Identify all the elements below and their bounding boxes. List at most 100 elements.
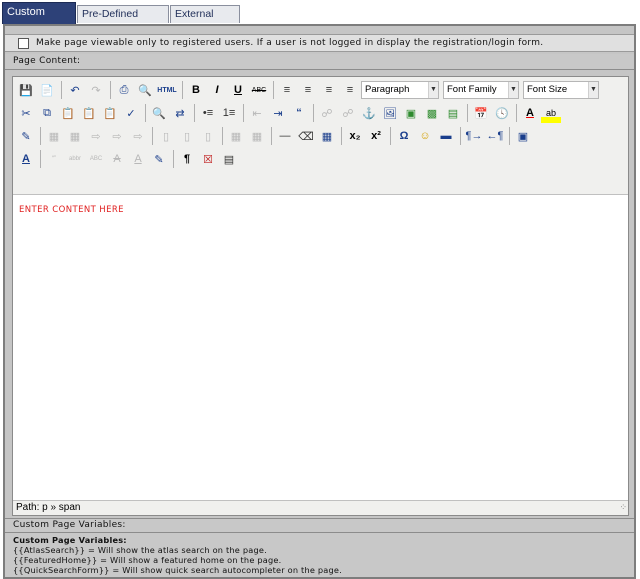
italic-button[interactable]: I [207,80,227,100]
edit-css-icon[interactable]: ✎ [16,126,36,146]
undo-icon[interactable]: ↶ [65,80,85,100]
toolbar-row-3: ✎ ▦ ▦ ⇨ ⇨ ⇨ ▯ ▯ ▯ ▦ ▦ — ⌫ ▦ x₂ x² Ω ☺ ▬ … [16,125,534,147]
new-document-icon[interactable]: 📄 [37,80,57,100]
page-break-icon[interactable]: ▤ [219,149,239,169]
split-cells-icon[interactable]: ▦ [226,126,246,146]
toolbar-separator [194,104,195,122]
insert-row-before-icon[interactable]: ⇨ [86,126,106,146]
non-breaking-icon[interactable]: ☒ [198,149,218,169]
registered-only-label: Make page viewable only to registered us… [36,38,544,48]
align-center-icon[interactable]: ≡ [298,80,318,100]
deletion-icon[interactable]: A [107,149,127,169]
font-family-select[interactable]: Font Family ▼ [443,81,519,99]
format-select[interactable]: Paragraph ▼ [361,81,439,99]
custom-page-panel: Make page viewable only to registered us… [3,24,636,579]
chevron-down-icon: ▼ [428,82,438,98]
merge-cells-icon[interactable]: ▦ [247,126,267,146]
horizontal-rule-icon[interactable]: — [275,126,295,146]
toolbar-separator [145,104,146,122]
toolbar-row-2: ✂ ⧉ 📋 📋 📋 ✓ 🔍 ⇄ •≡ 1≡ ⇤ ⇥ “ ☍ ☍ ⚓ 🖼 ▣ ▩ … [16,102,562,124]
numbered-list-icon[interactable]: 1≡ [219,103,239,123]
link-icon[interactable]: ☍ [317,103,337,123]
rich-text-editor: 💾 📄 ↶ ↷ ⎙ 🔍 HTML B I U ABC ≡ ≡ ≡ ≡ Parag… [12,76,629,516]
save-icon[interactable]: 💾 [16,80,36,100]
highlight-color-icon[interactable]: ab [541,103,561,123]
toolbar-separator [509,127,510,145]
unlink-icon[interactable]: ☍ [338,103,358,123]
editor-content-area[interactable]: ENTER CONTENT HERE [13,195,628,500]
visual-chars-icon[interactable]: ¶ [177,149,197,169]
insert-time-icon[interactable]: 🕓 [492,103,512,123]
ltr-icon[interactable]: ¶→ [464,126,484,146]
attributes-icon[interactable]: ✎ [149,149,169,169]
abbreviation-icon[interactable]: abbr [65,149,85,169]
custom-page-variables-box: Custom Page Variables: {{AtlasSearch}} =… [5,532,634,577]
blockquote-icon[interactable]: “ [289,103,309,123]
insertion-icon[interactable]: A [128,149,148,169]
align-right-icon[interactable]: ≡ [319,80,339,100]
anchor-icon[interactable]: ⚓ [359,103,379,123]
preview-icon[interactable]: 🔍 [135,80,155,100]
editor-content-text[interactable]: ENTER CONTENT HERE [19,205,124,215]
bullet-list-icon[interactable]: •≡ [198,103,218,123]
underline-button[interactable]: U [228,80,248,100]
variables-title: Custom Page Variables: [13,535,127,545]
cleanup-icon[interactable]: ✓ [121,103,141,123]
strikethrough-button[interactable]: ABC [249,80,269,100]
indent-icon[interactable]: ⇥ [268,103,288,123]
bold-button[interactable]: B [186,80,206,100]
paste-icon[interactable]: 📋 [58,103,78,123]
paste-word-icon[interactable]: 📋 [100,103,120,123]
delete-row-icon[interactable]: ⇨ [128,126,148,146]
variable-line: {{AtlasSearch}} = Will show the atlas se… [13,545,267,555]
insert-col-before-icon[interactable]: ▯ [156,126,176,146]
remove-format-icon[interactable]: ⌫ [296,126,316,146]
toolbar-separator [243,104,244,122]
insert-row-after-icon[interactable]: ⇨ [107,126,127,146]
tab-external-link[interactable]: External Link [170,5,240,36]
resize-grip-icon[interactable]: ⁘ [619,500,627,514]
acronym-icon[interactable]: ABC [86,149,106,169]
file-manager-icon[interactable]: ▩ [422,103,442,123]
special-character-icon[interactable]: Ω [394,126,414,146]
toolbar-separator [182,81,183,99]
subscript-icon[interactable]: x₂ [345,126,365,146]
outdent-icon[interactable]: ⇤ [247,103,267,123]
chevron-down-icon: ▼ [508,82,518,98]
toolbar-separator [40,150,41,168]
registered-only-checkbox[interactable] [18,38,29,49]
font-family-select-value: Font Family [447,84,497,95]
toolbar-separator [110,81,111,99]
media-icon[interactable]: ▤ [443,103,463,123]
emoticon-icon[interactable]: ☺ [415,126,435,146]
align-left-icon[interactable]: ≡ [277,80,297,100]
table-row-props-icon[interactable]: ▦ [44,126,64,146]
delete-col-icon[interactable]: ▯ [198,126,218,146]
replace-icon[interactable]: ⇄ [170,103,190,123]
style-props-icon[interactable]: A [16,149,36,169]
tab-custom-page[interactable]: Custom Page [2,2,76,36]
toolbar-separator [61,81,62,99]
tab-pre-defined-page[interactable]: Pre-Defined Page [77,5,169,36]
print-icon[interactable]: ⎙ [114,80,134,100]
text-color-icon[interactable]: A [520,103,540,123]
redo-icon[interactable]: ↷ [86,80,106,100]
fullscreen-icon[interactable]: ▣ [513,126,533,146]
cite-icon[interactable]: “” [44,149,64,169]
font-size-select[interactable]: Font Size ▼ [523,81,599,99]
html-source-button[interactable]: HTML [156,80,178,100]
find-icon[interactable]: 🔍 [149,103,169,123]
table-cell-props-icon[interactable]: ▦ [65,126,85,146]
rtl-icon[interactable]: ←¶ [485,126,505,146]
insert-date-icon[interactable]: 📅 [471,103,491,123]
cut-icon[interactable]: ✂ [16,103,36,123]
align-justify-icon[interactable]: ≡ [340,80,360,100]
insert-col-after-icon[interactable]: ▯ [177,126,197,146]
paste-text-icon[interactable]: 📋 [79,103,99,123]
superscript-icon[interactable]: x² [366,126,386,146]
insert-layer-icon[interactable]: ▬ [436,126,456,146]
copy-icon[interactable]: ⧉ [37,103,57,123]
image-icon[interactable]: 🖼 [380,103,400,123]
visual-aid-icon[interactable]: ▦ [317,126,337,146]
insert-image-icon[interactable]: ▣ [401,103,421,123]
